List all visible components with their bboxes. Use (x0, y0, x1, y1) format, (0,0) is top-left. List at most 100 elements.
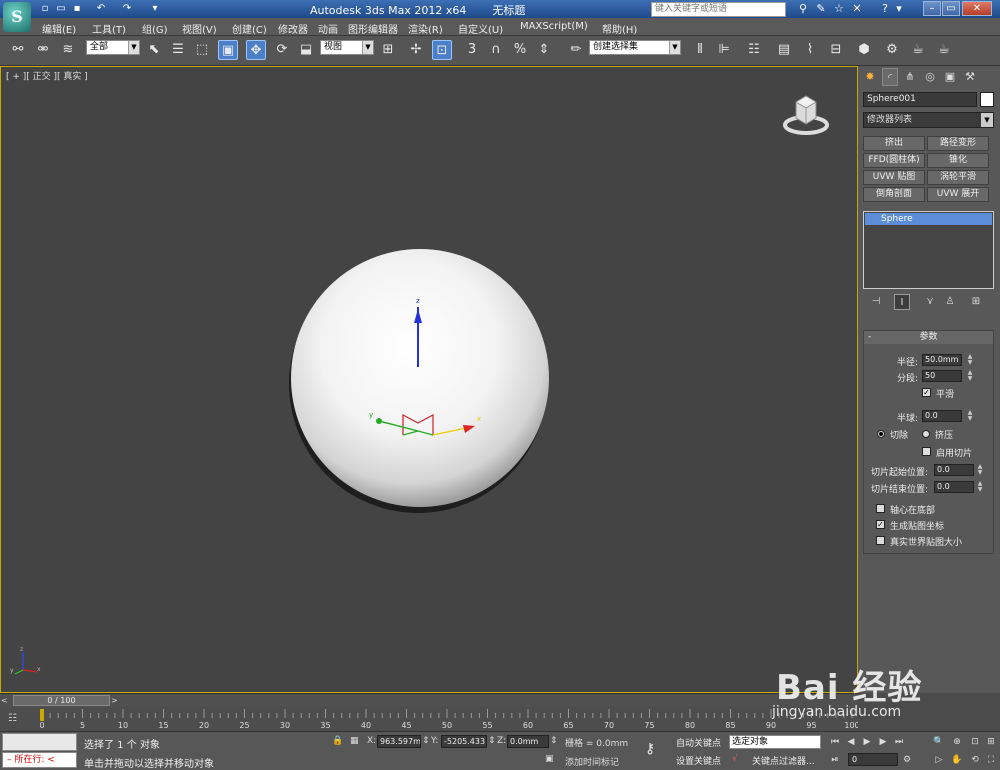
redo-icon[interactable]: ↷ (120, 2, 134, 16)
time-slider-thumb[interactable]: 0 / 100 (13, 695, 110, 706)
key-mode-icon[interactable]: ⏯ (828, 754, 842, 767)
help-dropdown-icon[interactable]: ▾ (892, 2, 906, 16)
time-slider-prev-icon[interactable]: < (1, 695, 11, 706)
menu-edit[interactable]: 编辑(E) (42, 21, 76, 36)
selection-filter-dropdown[interactable]: 全部 ▼ (86, 40, 140, 55)
menu-group[interactable]: 组(G) (142, 21, 168, 36)
undo-icon[interactable]: ↶ (94, 2, 108, 16)
modifier-bevel-profile-button[interactable]: 倒角剖面 (863, 187, 925, 202)
menu-views[interactable]: 视图(V) (182, 21, 217, 36)
tab-motion[interactable]: ◎ (922, 68, 938, 86)
current-frame-marker[interactable] (40, 709, 44, 721)
viewport-label[interactable]: [ + ][ 正交 ][ 真实 ] (6, 69, 88, 82)
select-manipulate-icon[interactable]: ✢ (406, 40, 426, 60)
tab-hierarchy[interactable]: ⋔ (902, 68, 918, 86)
orbit-icon[interactable]: ⟲ (968, 754, 982, 767)
hemisphere-input[interactable]: 0.0 (922, 410, 962, 422)
close-button[interactable]: ✕ (962, 1, 992, 16)
time-tag-icon[interactable]: ▣ (545, 754, 554, 764)
minimize-button[interactable]: – (923, 1, 941, 16)
auto-key-button[interactable]: 自动关键点 (676, 736, 721, 749)
menu-create[interactable]: 创建(C) (232, 21, 267, 36)
maximize-viewport-icon[interactable]: ⛶ (984, 754, 998, 767)
menu-tools[interactable]: 工具(T) (92, 21, 126, 36)
segments-input[interactable]: 50 (922, 370, 962, 382)
bind-space-warp-icon[interactable]: ≋ (58, 40, 78, 60)
modifier-turbosmooth-button[interactable]: 涡轮平滑 (927, 170, 989, 185)
angle-snap-icon[interactable]: ∩ (486, 40, 506, 60)
open-file-icon[interactable]: ▭ (54, 2, 68, 16)
time-slider[interactable]: < 0 / 100 > (0, 693, 858, 707)
curve-editor-icon[interactable]: ⌇ (800, 40, 820, 60)
hemisphere-spinner[interactable]: ▲ ▼ (966, 410, 974, 422)
sphere-object[interactable]: z y x (285, 243, 555, 513)
menu-graph-editors[interactable]: 图形编辑器 (348, 21, 398, 36)
rect-selection-icon[interactable]: ⬚ (192, 40, 212, 60)
stack-item-sphere[interactable]: Sphere (865, 213, 992, 225)
keyboard-shortcut-override-icon[interactable]: ⊡ (432, 40, 452, 60)
current-frame-field[interactable]: 0 (848, 753, 898, 766)
edit-named-selection-icon[interactable]: ✏ (566, 40, 586, 60)
star-icon[interactable]: ☆ (832, 2, 846, 16)
menu-help[interactable]: 帮助(H) (602, 21, 637, 36)
object-color-swatch[interactable] (980, 92, 994, 107)
remove-modifier-icon[interactable]: ♙ (942, 294, 958, 310)
key-filters-button[interactable]: 关键点过滤器... (752, 754, 815, 767)
graphite-ribbon-icon[interactable]: ▤ (774, 40, 794, 60)
named-selection-set-dropdown[interactable]: 创建选择集 ▼ (589, 40, 681, 55)
track-bar[interactable]: 0 5 10 15 20 25 30 35 40 45 50 55 60 65 70 75 80 85 90 95 10… (0, 707, 858, 731)
select-move-icon[interactable]: ✥ (246, 40, 266, 60)
maximize-button[interactable]: ▭ (942, 1, 960, 16)
tab-utilities[interactable]: ⚒ (962, 68, 978, 86)
modifier-taper-button[interactable]: 锥化 (927, 153, 989, 168)
parameters-rollout-header[interactable]: - 参数 (864, 331, 993, 344)
field-of-view-icon[interactable]: ▷ (932, 754, 946, 767)
render-setup-icon[interactable]: ⚙ (882, 40, 902, 60)
close-search-icon[interactable]: ✕ (850, 2, 864, 16)
align-icon[interactable]: ⊫ (714, 40, 734, 60)
tab-create[interactable]: ✸ (862, 68, 878, 86)
modifier-extrude-button[interactable]: 挤出 (863, 136, 925, 151)
help-icon[interactable]: ? (878, 2, 892, 16)
spinner-snap-icon[interactable]: ⇕ (534, 40, 554, 60)
quick-access-dropdown-icon[interactable]: ▾ (148, 2, 162, 16)
modifier-ffd-cyl-button[interactable]: FFD(圆柱体) (863, 153, 925, 168)
gen-mapping-coords-checkbox[interactable]: ✓ (876, 520, 885, 529)
slice-to-spinner[interactable]: ▲ ▼ (976, 481, 984, 493)
radius-input[interactable]: 50.0mm (922, 354, 962, 366)
modifier-uvw-map-button[interactable]: UVW 贴图 (863, 170, 925, 185)
menu-modifiers[interactable]: 修改器 (278, 21, 308, 36)
menu-rendering[interactable]: 渲染(R) (408, 21, 443, 36)
help-search-input[interactable]: 键入关键字或短语 (651, 2, 786, 17)
new-file-icon[interactable]: ▫ (38, 2, 52, 16)
binoculars-icon[interactable]: ⚲ (796, 2, 810, 16)
z-spinner[interactable]: ⇕ (550, 736, 558, 746)
maxscript-listener[interactable] (2, 733, 77, 751)
smooth-checkbox[interactable]: ✓ (922, 388, 931, 397)
y-coord-field[interactable]: -5205.433 (441, 735, 487, 748)
x-coord-field[interactable]: 963.597mm (377, 735, 421, 748)
make-unique-icon[interactable]: ⋎ (922, 294, 938, 310)
key-filter-curve-icon[interactable]: √ (732, 754, 738, 764)
ref-coord-dropdown[interactable]: 视图 ▼ (320, 40, 374, 55)
select-by-name-icon[interactable]: ☰ (168, 40, 188, 60)
pan-icon[interactable]: ✋ (950, 754, 964, 767)
tools-icon[interactable]: ✎ (814, 2, 828, 16)
absolute-mode-icon[interactable]: ▦ (350, 736, 359, 746)
slice-to-input[interactable]: 0.0 (934, 481, 974, 493)
modifier-stack[interactable]: Sphere (863, 211, 994, 289)
snaps-toggle-icon[interactable]: 3 (462, 40, 482, 60)
tab-modify[interactable]: ◜ (882, 68, 898, 86)
modifier-list-dropdown[interactable]: 修改器列表 ▼ (863, 112, 994, 128)
squash-radio[interactable] (922, 430, 930, 438)
track-bar-ruler[interactable]: 0 5 10 15 20 25 30 35 40 45 50 55 60 65 70 75 80 85 90 95 10… (0, 707, 858, 731)
add-time-tag[interactable]: 添加时间标记 (565, 755, 619, 768)
real-world-map-size-checkbox[interactable] (876, 536, 885, 545)
render-production-icon[interactable]: ☕ (934, 40, 954, 60)
time-slider-next-icon[interactable]: > (111, 695, 121, 706)
slice-from-spinner[interactable]: ▲ ▼ (976, 464, 984, 476)
mirror-icon[interactable]: ⫴ (690, 40, 710, 60)
time-config-icon[interactable]: ⚙ (900, 754, 914, 767)
set-key-button[interactable]: 设置关键点 (676, 754, 721, 767)
slice-from-input[interactable]: 0.0 (934, 464, 974, 476)
